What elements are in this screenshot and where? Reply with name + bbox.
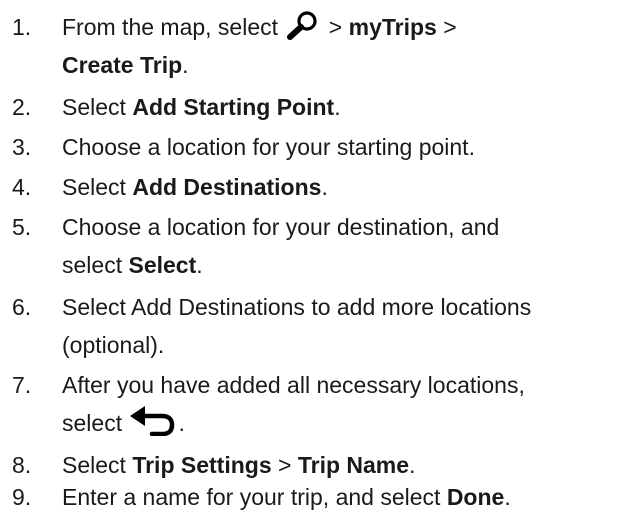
step-number: 6. — [12, 294, 32, 320]
step-number: 2. — [12, 94, 32, 120]
step-number: 7. — [12, 372, 32, 398]
search-icon — [286, 10, 320, 40]
step-number: 3. — [12, 134, 32, 160]
step-9: 9. Enter a name for your trip, and selec… — [0, 478, 626, 516]
step-text: After you have added all necessary locat… — [62, 372, 525, 436]
step-7: 7. After you have added all necessary lo… — [0, 366, 626, 442]
step-text: Choose a location for your starting poin… — [62, 134, 475, 160]
step-1: 1. From the map, select > myTrips > Crea… — [0, 8, 626, 84]
step-text: Select Add Destinations. — [62, 174, 328, 200]
step-number: 4. — [12, 174, 32, 200]
step-number: 1. — [12, 14, 32, 40]
instruction-list: 1. From the map, select > myTrips > Crea… — [0, 0, 626, 514]
step-number: 9. — [12, 484, 32, 510]
step-6: 6. Select Add Destinations to add more l… — [0, 288, 626, 364]
step-text: Select Add Starting Point. — [62, 94, 341, 120]
step-2: 2. Select Add Starting Point. — [0, 88, 626, 126]
step-5: 5. Choose a location for your destinatio… — [0, 208, 626, 284]
step-number: 5. — [12, 214, 32, 240]
back-arrow-icon — [128, 404, 178, 436]
step-text: Choose a location for your destination, … — [62, 214, 500, 278]
step-4: 4. Select Add Destinations. — [0, 168, 626, 206]
step-text: Enter a name for your trip, and select D… — [62, 484, 511, 510]
step-text: Select Add Destinations to add more loca… — [62, 294, 532, 358]
step-3: 3. Choose a location for your starting p… — [0, 128, 626, 166]
step-text: From the map, select > myTrips > Create … — [62, 8, 622, 84]
